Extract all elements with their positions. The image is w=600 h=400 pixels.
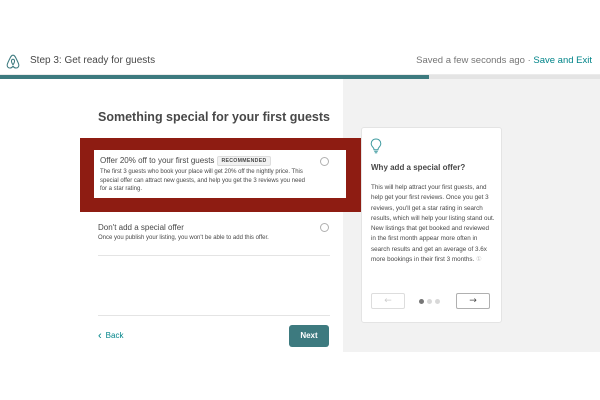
chevron-left-icon: ‹ <box>98 330 102 342</box>
option-offer-discount-radio[interactable] <box>320 157 329 166</box>
save-status-area: Saved a few seconds ago · Save and Exit <box>416 55 592 66</box>
separator: · <box>527 55 531 66</box>
lightbulb-icon <box>370 138 382 154</box>
option-offer-discount-label: Offer 20% off to your first guests <box>100 156 215 165</box>
recommended-badge: RECOMMENDED <box>217 156 271 166</box>
save-status-text: Saved a few seconds ago <box>416 55 525 66</box>
option-no-offer-radio[interactable] <box>320 223 329 232</box>
airbnb-logo-icon[interactable] <box>6 53 20 69</box>
option-offer-discount[interactable]: Offer 20% off to your first guests RECOMM… <box>94 150 346 198</box>
footer-divider <box>98 315 330 316</box>
option-offer-discount-title: Offer 20% off to your first guests RECOMM… <box>100 156 271 166</box>
pagination-dot[interactable] <box>427 299 432 304</box>
option-no-offer-title: Don't add a special offer <box>98 223 184 232</box>
back-label: Back <box>105 331 124 340</box>
save-and-exit-link[interactable]: Save and Exit <box>533 55 592 66</box>
arrow-right-icon: → <box>469 296 477 306</box>
arrow-left-icon: ← <box>384 296 392 306</box>
next-button[interactable]: Next <box>289 325 329 347</box>
pagination-dot[interactable] <box>419 299 424 304</box>
option-offer-discount-description: The first 3 guests who book your place w… <box>100 169 306 192</box>
step-title: Step 3: Get ready for guests <box>30 55 156 66</box>
next-tip-button[interactable]: → <box>456 293 490 309</box>
back-button[interactable]: ‹ Back <box>98 330 123 342</box>
info-card: Why add a special offer? This will help … <box>361 127 502 323</box>
top-header: Step 3: Get ready for guests Saved a few… <box>0 0 600 75</box>
info-card-title: Why add a special offer? <box>371 163 466 172</box>
pagination-dot[interactable] <box>435 299 440 304</box>
info-card-body: This will help attract your first guests… <box>371 183 495 265</box>
info-icon: ① <box>476 256 482 264</box>
page-title: Something special for your first guests <box>98 110 330 124</box>
option-no-offer[interactable]: Don't add a special offer Once you publi… <box>98 218 330 256</box>
previous-tip-button[interactable]: ← <box>371 293 405 309</box>
option-no-offer-description: Once you publish your listing, you won't… <box>98 235 269 241</box>
info-card-text: This will help attract your first guests… <box>371 184 495 264</box>
